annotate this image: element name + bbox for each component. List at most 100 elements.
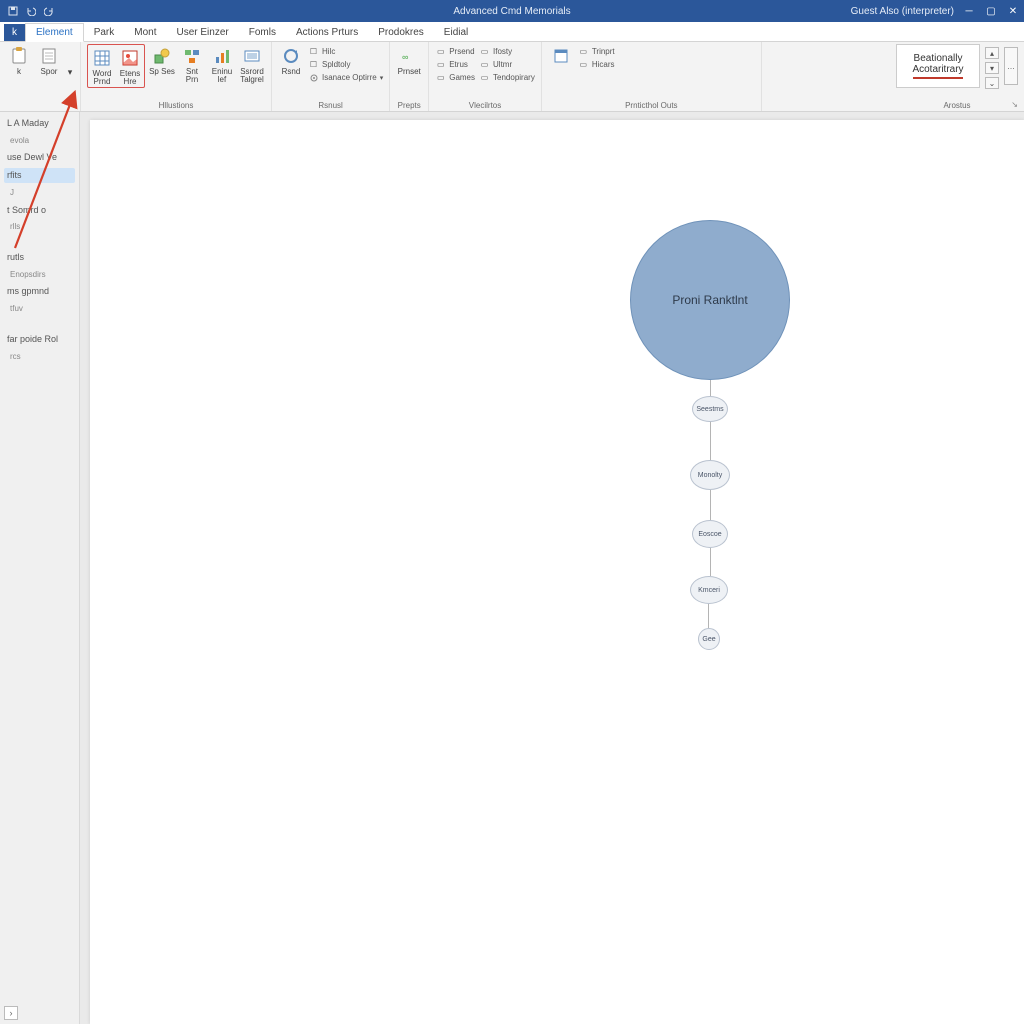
spin-down-button[interactable]: ▾ <box>985 62 999 74</box>
doc-icon: ▭ <box>578 59 589 70</box>
connector-line <box>710 548 711 576</box>
smartart-icon <box>182 46 202 66</box>
ribbon-group-3: Rsnd ☐Hilc ☐Spldtoly Isanace Optirre▾ Rs… <box>272 42 390 111</box>
nav-item[interactable]: L A Maday <box>4 116 75 131</box>
tab-actions[interactable]: Actions Prturs <box>286 24 368 41</box>
mini-trinprt[interactable]: ▭Trinprt <box>578 46 615 57</box>
mini-etrus[interactable]: ▭Etrus <box>435 59 475 70</box>
mini-games[interactable]: ▭Games <box>435 72 475 83</box>
nav-item-selected[interactable]: rfits <box>4 168 75 183</box>
style-spinner: ▴ ▾ ⌄ <box>983 44 999 89</box>
tab-element[interactable]: Element <box>25 23 84 42</box>
nav-item[interactable]: far poide Rol <box>4 332 75 347</box>
ribbon-spacer <box>762 42 890 111</box>
doc-icon: ▭ <box>479 72 490 83</box>
nav-item[interactable]: J <box>4 186 75 200</box>
options-dropdown[interactable]: Isanace Optirre▾ <box>308 72 383 83</box>
redo-icon[interactable] <box>44 6 54 16</box>
nav-item[interactable]: tfuv <box>4 302 75 316</box>
nav-item[interactable]: rcs <box>4 350 75 364</box>
smartart-root-node[interactable]: Proni Ranktlnt <box>630 220 790 380</box>
smartart-child-node[interactable]: Kmceri <box>690 576 728 604</box>
tab-prodokres[interactable]: Prodokres <box>368 24 434 41</box>
more-button[interactable]: … <box>1004 47 1018 85</box>
table-icon <box>92 48 112 68</box>
chart-button[interactable]: Eninu lef <box>209 44 235 84</box>
doc-icon: ▭ <box>435 72 446 83</box>
smartart-child-node[interactable]: Monolty <box>690 460 730 490</box>
underline-icon <box>913 77 962 79</box>
ribbon-group-1: k Spor ▾ <box>0 42 81 111</box>
dropdown-arrow[interactable]: ▾ <box>66 44 74 82</box>
doc-icon: ▭ <box>479 46 490 57</box>
mini-prsend[interactable]: ▭Prsend <box>435 46 475 57</box>
spin-more-button[interactable]: ⌄ <box>985 77 999 89</box>
mini-hicars[interactable]: ▭Hicars <box>578 59 615 70</box>
tab-user[interactable]: User Einzer <box>166 24 238 41</box>
spor-button[interactable]: Spor <box>36 44 62 76</box>
main-area: L A Maday evola use Dewl Ve rfits J t So… <box>0 112 1024 1024</box>
gear-icon <box>308 72 319 83</box>
save-icon[interactable] <box>8 6 18 16</box>
connector-line <box>710 380 711 396</box>
nav-item[interactable]: rlls <box>4 220 75 234</box>
protect-button[interactable] <box>548 44 574 68</box>
mini-ultmr[interactable]: ▭Ultmr <box>479 59 535 70</box>
ribbon-group-6: ▭Trinprt ▭Hicars Prnticthol Outs ↘ <box>542 42 762 111</box>
preset-button[interactable]: ∞ Prnset <box>396 44 422 76</box>
smartart-child-node[interactable]: Gee <box>698 628 720 650</box>
smartart-child-node[interactable]: Eoscoe <box>692 520 728 548</box>
quick-access-toolbar <box>0 6 54 16</box>
ribbon: k Spor ▾ Word Prnd Etens Hre <box>0 42 1024 112</box>
checkbox-icon: ☐ <box>308 46 319 57</box>
smartart-button[interactable]: Snt Prn <box>179 44 205 84</box>
ribbon-tabs: k Element Park Mont User Einzer Fomls Ac… <box>0 22 1024 42</box>
nav-item[interactable]: evola <box>4 134 75 148</box>
connector-line <box>708 604 709 628</box>
nav-item[interactable]: ms gpmnd <box>4 284 75 299</box>
doc-icon: ▭ <box>435 59 446 70</box>
spin-up-button[interactable]: ▴ <box>985 47 999 59</box>
dialog-launcher-icon[interactable]: ↘ <box>1011 100 1018 109</box>
connector-line <box>710 420 711 460</box>
screenshot-button[interactable]: Ssrord Talgrel <box>239 44 265 84</box>
tab-eidial[interactable]: Eidial <box>434 24 478 41</box>
mini-ifosty[interactable]: ▭Ifosty <box>479 46 535 57</box>
doc-icon: ▭ <box>578 46 589 57</box>
word-print-button[interactable]: Word Prnd <box>89 46 115 86</box>
mini-spldtoly[interactable]: ☐Spldtoly <box>308 59 383 70</box>
smartart-child-node[interactable]: Seestms <box>692 396 728 422</box>
navigation-pane: L A Maday evola use Dewl Ve rfits J t So… <box>0 112 80 1024</box>
nav-item[interactable]: use Dewl Ve <box>4 150 75 165</box>
user-label: Guest Also (interpreter) <box>851 6 954 17</box>
etens-button[interactable]: Etens Hre <box>117 46 143 86</box>
file-tab[interactable]: k <box>4 24 25 41</box>
shapes-button[interactable]: Sp Ses <box>149 44 175 76</box>
tab-park[interactable]: Park <box>84 24 125 41</box>
smartart-diagram[interactable]: Proni Ranktlnt Seestms Monolty Eoscoe Km… <box>630 220 790 380</box>
nav-item[interactable]: rutls <box>4 250 75 265</box>
window-controls: ─ ▢ ✕ <box>958 0 1024 22</box>
ribbon-group-illustrations: Word Prnd Etens Hre Sp Ses Snt Prn Eninu… <box>81 42 272 111</box>
nav-expand-button[interactable]: › <box>4 1006 18 1020</box>
refresh-button[interactable]: Rsnd <box>278 44 304 76</box>
document-area[interactable]: Proni Ranktlnt Seestms Monolty Eoscoe Km… <box>80 112 1024 1024</box>
undo-icon[interactable] <box>26 6 36 16</box>
style-gallery-item[interactable]: Beationally Acotaritrary <box>896 44 980 88</box>
tab-fomls[interactable]: Fomls <box>239 24 286 41</box>
minimize-button[interactable]: ─ <box>958 0 980 22</box>
nav-item[interactable]: Enopsdirs <box>4 268 75 282</box>
paste-button[interactable]: k <box>6 44 32 76</box>
mini-tendop[interactable]: ▭Tendopirary <box>479 72 535 83</box>
close-button[interactable]: ✕ <box>1002 0 1024 22</box>
screenshot-icon <box>242 46 262 66</box>
document-page[interactable]: Proni Ranktlnt Seestms Monolty Eoscoe Km… <box>90 120 1024 1024</box>
doc-icon: ▭ <box>435 46 446 57</box>
tab-mont[interactable]: Mont <box>124 24 166 41</box>
nav-item[interactable]: t Somrd o <box>4 203 75 218</box>
checkbox-icon: ☐ <box>308 59 319 70</box>
picture-icon <box>120 48 140 68</box>
mini-hilc[interactable]: ☐Hilc <box>308 46 383 57</box>
maximize-button[interactable]: ▢ <box>980 0 1002 22</box>
ribbon-group-4: ∞ Prnset Prepts <box>390 42 429 111</box>
